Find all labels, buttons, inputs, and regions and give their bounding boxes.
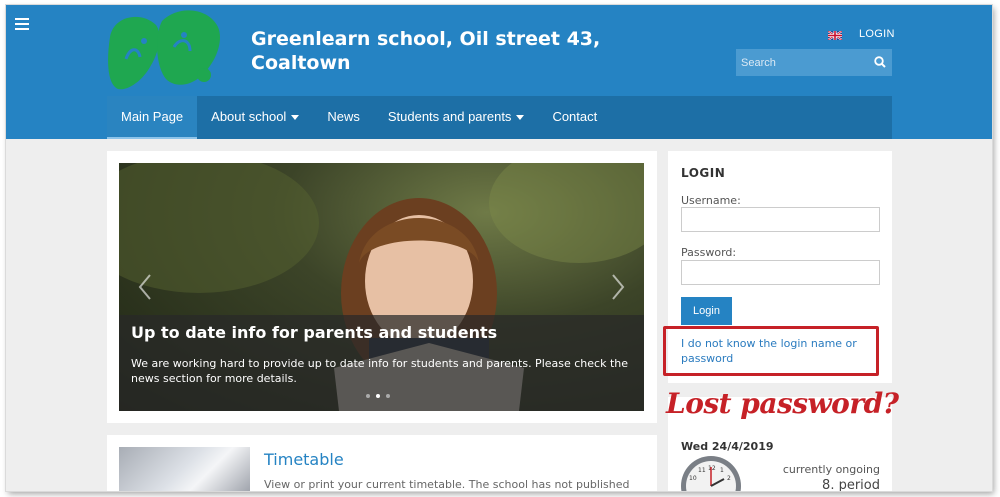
svg-text:1: 1 <box>720 467 724 474</box>
highlight-box <box>663 326 879 376</box>
search-box <box>736 49 892 76</box>
caret-down-icon <box>291 115 300 121</box>
nav-news[interactable]: News <box>313 96 374 139</box>
hero-carousel: Up to date info for parents and students… <box>119 163 644 411</box>
nav-students-and-parents[interactable]: Students and parents <box>374 96 539 139</box>
login-button[interactable]: Login <box>681 297 732 325</box>
hamburger-menu-icon[interactable] <box>15 18 29 30</box>
svg-text:2: 2 <box>727 475 731 482</box>
hero-text: We are working hard to provide up to dat… <box>131 357 629 385</box>
timetable-title[interactable]: Timetable <box>264 450 344 469</box>
carousel-dot[interactable] <box>386 394 390 398</box>
login-heading: LOGIN <box>681 166 726 180</box>
timetable-card: Timetable View or print your current tim… <box>107 435 657 491</box>
hero-card: Up to date info for parents and students… <box>107 151 657 423</box>
main-navigation: Main Page About school News Students and… <box>107 96 892 139</box>
carousel-dot[interactable] <box>366 394 370 398</box>
carousel-next-arrow-icon[interactable] <box>610 273 626 301</box>
site-header: Greenlearn school, Oil street 43, Coalto… <box>6 5 992 139</box>
nav-label: Students and parents <box>387 109 512 124</box>
password-field[interactable] <box>681 260 880 285</box>
caret-down-icon <box>516 115 525 121</box>
svg-text:11: 11 <box>698 467 706 474</box>
nav-label: Contact <box>552 109 598 124</box>
browser-page: Greenlearn school, Oil street 43, Coalto… <box>6 5 992 491</box>
search-icon[interactable] <box>874 56 886 68</box>
timetable-text: View or print your current timetable. Th… <box>264 478 630 491</box>
clock-icon: 12 11 10 1 2 <box>681 456 741 491</box>
nav-label: Main Page <box>121 109 184 124</box>
current-date: Wed 24/4/2019 <box>681 440 774 453</box>
current-period: 8. period <box>822 478 880 491</box>
nav-label: About school <box>211 109 287 124</box>
school-title: Greenlearn school, Oil street 43, Coalto… <box>251 28 601 74</box>
carousel-dots <box>366 394 390 398</box>
carousel-dot-active[interactable] <box>376 394 380 398</box>
username-field[interactable] <box>681 207 880 232</box>
password-label: Password: <box>681 246 737 259</box>
header-login-link[interactable]: LOGIN <box>859 28 895 40</box>
svg-text:12: 12 <box>708 465 716 472</box>
ongoing-label: currently ongoing <box>782 463 880 476</box>
nav-about-school[interactable]: About school <box>197 96 313 139</box>
username-label: Username: <box>681 194 741 207</box>
school-logo-icon <box>108 10 220 90</box>
uk-flag-icon[interactable] <box>828 31 842 40</box>
carousel-prev-arrow-icon[interactable] <box>137 273 153 301</box>
nav-label: News <box>327 109 360 124</box>
search-input[interactable] <box>736 49 866 76</box>
svg-text:10: 10 <box>689 475 697 482</box>
nav-main-page[interactable]: Main Page <box>107 96 198 139</box>
hero-title: Up to date info for parents and students <box>131 323 498 342</box>
timetable-thumbnail[interactable] <box>119 447 250 491</box>
nav-contact[interactable]: Contact <box>538 96 611 139</box>
lost-password-annotation: Lost password? <box>666 387 899 420</box>
